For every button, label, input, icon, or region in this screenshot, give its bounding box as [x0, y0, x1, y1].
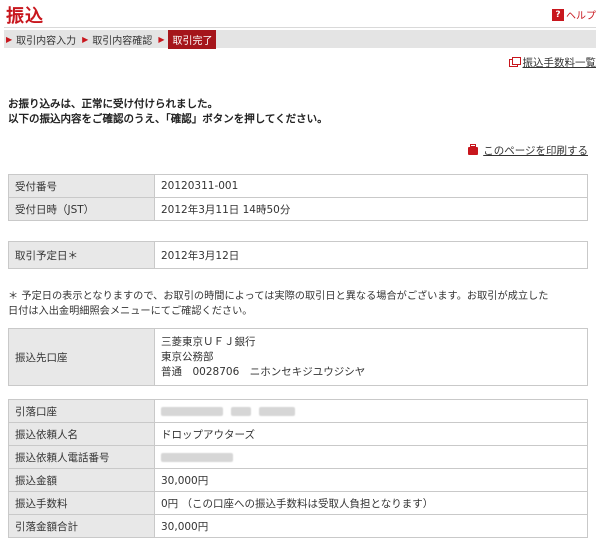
redacted-text [161, 452, 233, 462]
destination-value: 三菱東京ＵＦＪ銀行 東京公務部 普通 0028706 ニホンセキジユウジシヤ [154, 328, 588, 386]
completion-notice: お振り込みは、正常に受け付けられました。 以下の振込内容をご確認のうえ、「確認」… [8, 97, 328, 127]
destination-branch: 東京公務部 [161, 350, 214, 363]
print-page-link[interactable]: このページを印刷する [468, 143, 588, 158]
fee-list-label: 振込手数料一覧 [522, 57, 597, 69]
note-line: ＊ 予定日の表示となりますので、お取引の時間によっては実際の取引日と異なる場合が… [8, 291, 549, 302]
table-row: 振込金額 30,000円 [8, 468, 588, 492]
step-label: 取引内容入力 [16, 35, 77, 47]
step-arrow-icon: ▶ [158, 34, 165, 44]
transfer-details-table: 引落口座 振込依頼人名 ドロップアウターズ 振込依頼人電話番号 振込金額 30,… [8, 399, 588, 538]
requester-phone-label: 振込依頼人電話番号 [8, 445, 155, 469]
table-row: 受付日時（JST） 2012年3月11日 14時50分 [8, 197, 588, 221]
receipt-number-label: 受付番号 [8, 174, 155, 198]
help-link[interactable]: ? ヘルプ [552, 7, 596, 22]
step-label: 取引内容確認 [92, 35, 153, 47]
table-row: 振込先口座 三菱東京ＵＦＪ銀行 東京公務部 普通 0028706 ニホンセキジユ… [8, 328, 588, 386]
redacted-text [161, 406, 223, 416]
requester-name-label: 振込依頼人名 [8, 422, 155, 446]
amount-label: 振込金額 [8, 468, 155, 492]
table-row: 振込依頼人電話番号 [8, 445, 588, 469]
schedule-date-value: 2012年3月12日 [154, 241, 588, 269]
table-row: 引落口座 [8, 399, 588, 423]
step-input: ▶ 取引内容入力 [4, 30, 79, 48]
print-page-label: このページを印刷する [483, 145, 588, 157]
fee-list-link[interactable]: 振込手数料一覧 [508, 55, 597, 70]
schedule-note: ＊ 予定日の表示となりますので、お取引の時間によっては実際の取引日と異なる場合が… [8, 289, 593, 319]
destination-account: 普通 0028706 ニホンセキジユウジシヤ [161, 365, 366, 378]
debit-account-label: 引落口座 [8, 399, 155, 423]
destination-label: 振込先口座 [8, 328, 155, 386]
page-title: 振込 [6, 6, 44, 27]
requester-name-value: ドロップアウターズ [154, 422, 588, 446]
fee-value: 0円 （この口座への振込手数料は受取人負担となります） [154, 491, 588, 515]
destination-bank: 三菱東京ＵＦＪ銀行 [161, 335, 256, 348]
step-complete: ▶ 取引完了 [155, 29, 219, 49]
step-label: 取引完了 [168, 29, 217, 49]
step-arrow-icon: ▶ [6, 34, 13, 44]
notice-line: お振り込みは、正常に受け付けられました。 [8, 98, 218, 110]
table-row: 引落金額合計 30,000円 [8, 514, 588, 538]
schedule-date-label: 取引予定日＊ [8, 241, 155, 269]
redacted-text [259, 406, 295, 416]
redacted-text [231, 406, 251, 416]
help-label: ヘルプ [566, 11, 596, 22]
fee-label: 振込手数料 [8, 491, 155, 515]
table-row: 振込依頼人名 ドロップアウターズ [8, 422, 588, 446]
receipt-datetime-label: 受付日時（JST） [8, 197, 155, 221]
schedule-table: 取引予定日＊ 2012年3月12日 [8, 241, 588, 269]
receipt-table: 受付番号 20120311-001 受付日時（JST） 2012年3月11日 1… [8, 174, 588, 221]
receipt-datetime-value: 2012年3月11日 14時50分 [154, 197, 588, 221]
question-icon: ? [552, 8, 564, 21]
total-label: 引落金額合計 [8, 514, 155, 538]
destination-table: 振込先口座 三菱東京ＵＦＪ銀行 東京公務部 普通 0028706 ニホンセキジユ… [8, 328, 588, 386]
amount-value: 30,000円 [154, 468, 588, 492]
title-divider [4, 27, 596, 28]
new-window-icon [508, 56, 521, 67]
step-arrow-icon: ▶ [82, 34, 89, 44]
debit-account-value [154, 399, 588, 423]
progress-steps: ▶ 取引内容入力 ▶ 取引内容確認 ▶ 取引完了 [4, 29, 596, 49]
table-row: 取引予定日＊ 2012年3月12日 [8, 241, 588, 269]
step-confirm: ▶ 取引内容確認 [79, 30, 155, 48]
printer-icon [468, 143, 479, 155]
notice-line: 以下の振込内容をご確認のうえ、「確認」ボタンを押してください。 [8, 113, 328, 125]
total-value: 30,000円 [154, 514, 588, 538]
table-row: 受付番号 20120311-001 [8, 174, 588, 198]
requester-phone-value [154, 445, 588, 469]
note-line: 日付は入出金明細照会メニューにてご確認ください。 [8, 306, 253, 317]
table-row: 振込手数料 0円 （この口座への振込手数料は受取人負担となります） [8, 491, 588, 515]
receipt-number-value: 20120311-001 [154, 174, 588, 198]
